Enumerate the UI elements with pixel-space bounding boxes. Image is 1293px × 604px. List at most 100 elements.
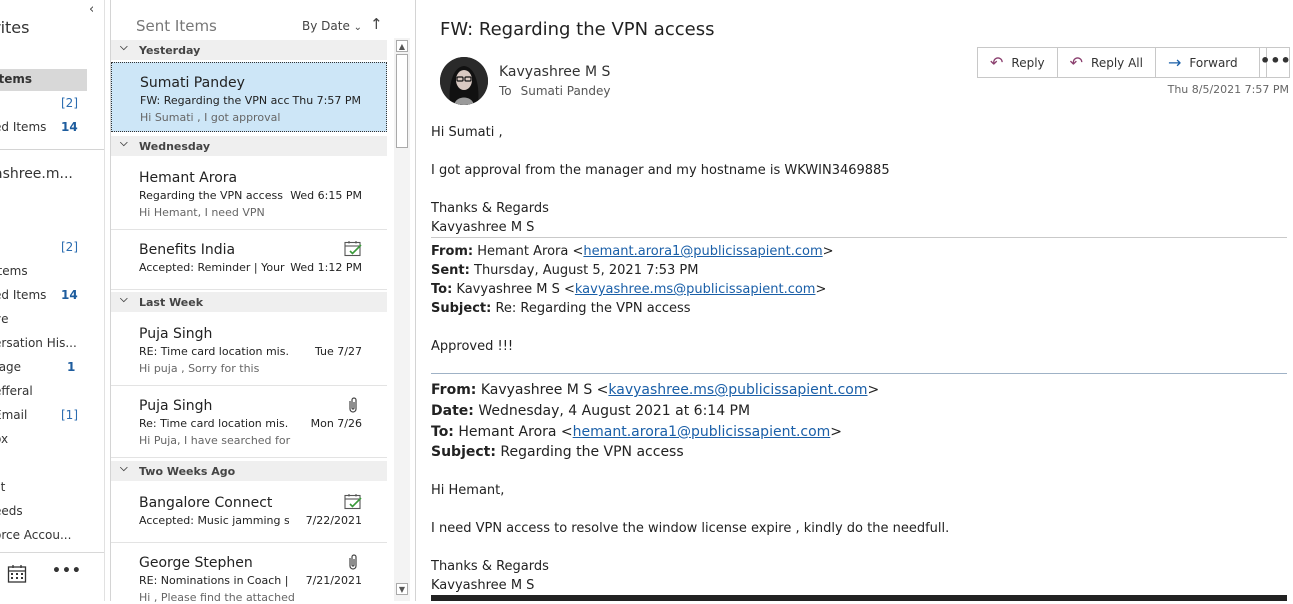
folder-item[interactable]: s [2] — [0, 237, 105, 259]
folder-item[interactable]: efferal — [0, 381, 105, 403]
subject: RE: Nominations in Coach |... — [139, 574, 289, 587]
sort-dropdown[interactable]: By Date ⌄ — [302, 19, 362, 33]
sender: Benefits India — [139, 242, 235, 258]
calendar-icon[interactable] — [7, 564, 27, 584]
scroll-down-icon[interactable]: ▼ — [396, 583, 408, 595]
body-text: I need VPN access to resolve the window … — [431, 521, 949, 536]
fwd-subject: Subject: Regarding the VPN access — [431, 444, 684, 460]
sender-name[interactable]: Kavyashree M S — [499, 64, 610, 80]
folder-label: eeds — [0, 504, 23, 518]
folder-label: ve — [0, 312, 8, 326]
list-item[interactable]: Sumati Pandey FW: Regarding the VPN acc.… — [111, 62, 387, 132]
folder-item[interactable]: ed Items 14 — [0, 117, 105, 139]
folder-item[interactable]: ct — [0, 477, 105, 499]
divider — [431, 237, 1287, 238]
account-name[interactable]: ashree.m... — [0, 166, 73, 182]
email-link[interactable]: hemant.arora1@publicissapient.com — [583, 244, 822, 259]
folder-label: orce Accou... — [0, 528, 71, 542]
list-item[interactable]: Bangalore Connect Accepted: Music jammin… — [111, 483, 387, 543]
group-header[interactable]: ⌵ Two Weeks Ago — [111, 461, 387, 481]
more-actions-button[interactable]: ••• — [1259, 47, 1290, 78]
favorites-header[interactable]: rites — [0, 18, 29, 37]
folder-item[interactable]: Email [1] — [0, 405, 105, 427]
fwd-sent-value: Thursday, August 5, 2021 7:53 PM — [474, 263, 698, 278]
more-apps-icon[interactable]: ••• — [52, 563, 82, 579]
folder-item[interactable]: orce Accou... — [0, 525, 105, 547]
avatar — [440, 57, 488, 105]
group-header[interactable]: ⌵ Wednesday — [111, 136, 387, 156]
fwd-to: To: Hemant Arora <hemant.arora1@publicis… — [431, 424, 842, 440]
folder-item[interactable]: s [2] — [0, 93, 105, 115]
chevron-down-icon: ⌄ — [354, 22, 362, 33]
preview: Hi , Please find the attached — [139, 591, 295, 604]
time: Wed 1:12 PM — [290, 261, 362, 274]
body-signature: Kavyashree M S — [431, 220, 534, 235]
reply-all-button[interactable]: ↶Reply All — [1058, 48, 1156, 77]
email-link[interactable]: hemant.arora1@publicissapient.com — [573, 424, 831, 440]
forward-button[interactable]: →Forward — [1156, 48, 1266, 77]
email-subject: FW: Regarding the VPN access — [440, 19, 714, 40]
folder-item[interactable]: s — [0, 213, 105, 235]
fwd-from-end: > — [868, 382, 880, 398]
group-label: Wednesday — [139, 140, 210, 153]
folder-item[interactable]: ve — [0, 309, 105, 331]
recipient-name[interactable]: Sumati Pandey — [521, 84, 611, 98]
folder-item[interactable]: ed Items 14 — [0, 285, 105, 307]
chevron-down-icon: ⌵ — [120, 294, 128, 305]
folder-count: 14 — [61, 288, 78, 302]
email-link[interactable]: kavyashree.ms@publicissapient.com — [575, 282, 816, 297]
reply-all-label: Reply All — [1091, 56, 1143, 70]
subject: Accepted: Music jamming s... — [139, 514, 289, 527]
group-header[interactable]: ⌵ Yesterday — [111, 40, 387, 60]
time: 7/21/2021 — [306, 574, 362, 587]
collapse-pane-icon[interactable]: ‹ — [89, 2, 94, 17]
list-item[interactable]: Puja Singh RE: Time card location mis...… — [111, 314, 387, 386]
subject: FW: Regarding the VPN acc... — [140, 94, 290, 107]
fwd-sent: Sent: Thursday, August 5, 2021 7:53 PM — [431, 263, 698, 278]
reply-icon: ↶ — [990, 53, 1003, 72]
scroll-thumb[interactable] — [396, 54, 408, 148]
folder-title: Sent Items — [136, 17, 217, 35]
fwd-from: From: Kavyashree M S <kavyashree.ms@publ… — [431, 382, 879, 398]
list-item[interactable]: Benefits India Accepted: Reminder | Your… — [111, 230, 387, 290]
folder-item[interactable]: ll — [0, 453, 105, 475]
list-item[interactable]: George Stephen RE: Nominations in Coach … — [111, 543, 387, 601]
folder-item[interactable]: eeds — [0, 501, 105, 523]
folder-item[interactable]: Items — [0, 261, 105, 283]
paperclip-icon — [344, 553, 362, 571]
body-greeting: Hi Sumati , — [431, 125, 503, 140]
divider — [0, 149, 105, 150]
fwd-date-value: Wednesday, 4 August 2021 at 6:14 PM — [478, 403, 750, 419]
body-signature: Kavyashree M S — [431, 578, 534, 593]
folder-label: Email — [0, 408, 27, 422]
message-list: Sent Items By Date ⌄ ↑ ⌵ Yesterday Sumat… — [110, 0, 410, 601]
chevron-down-icon: ⌵ — [120, 463, 128, 474]
scroll-up-icon[interactable]: ▲ — [396, 40, 408, 52]
folder-label: tage — [0, 360, 21, 374]
chevron-down-icon: ⌵ — [120, 42, 128, 53]
time: Mon 7/26 — [311, 417, 362, 430]
folder-item[interactable]: ox — [0, 429, 105, 451]
group-header[interactable]: ⌵ Last Week — [111, 292, 387, 312]
list-item[interactable]: Hemant Arora Regarding the VPN access We… — [111, 158, 387, 230]
reply-button[interactable]: ↶Reply — [978, 48, 1058, 77]
folder-label: Items — [0, 264, 28, 278]
folder-pane: ‹ rites Items s [2] ed Items 14 ashree.m… — [0, 0, 105, 601]
sender: Sumati Pandey — [140, 75, 245, 91]
folder-item-sent-items[interactable]: Items — [0, 69, 87, 91]
folder-count: [1] — [61, 408, 78, 422]
time: Thu 7:57 PM — [293, 94, 361, 107]
calendar-check-icon — [344, 240, 362, 258]
sort-direction-icon[interactable]: ↑ — [370, 15, 383, 33]
reading-pane: FW: Regarding the VPN access Kavyashree … — [415, 0, 1293, 601]
body-thanks: Thanks & Regards — [431, 201, 549, 216]
sender: George Stephen — [139, 555, 253, 571]
scrollbar[interactable]: ▲ ▼ — [394, 38, 410, 601]
folder-item[interactable]: ersation His... — [0, 333, 105, 355]
paperclip-icon — [344, 396, 362, 414]
fwd-date: Date: Wednesday, 4 August 2021 at 6:14 P… — [431, 403, 750, 419]
divider — [431, 595, 1287, 601]
list-item[interactable]: Puja Singh Re: Time card location mis...… — [111, 386, 387, 458]
folder-item[interactable]: tage 1 — [0, 357, 105, 379]
email-link[interactable]: kavyashree.ms@publicissapient.com — [608, 382, 867, 398]
